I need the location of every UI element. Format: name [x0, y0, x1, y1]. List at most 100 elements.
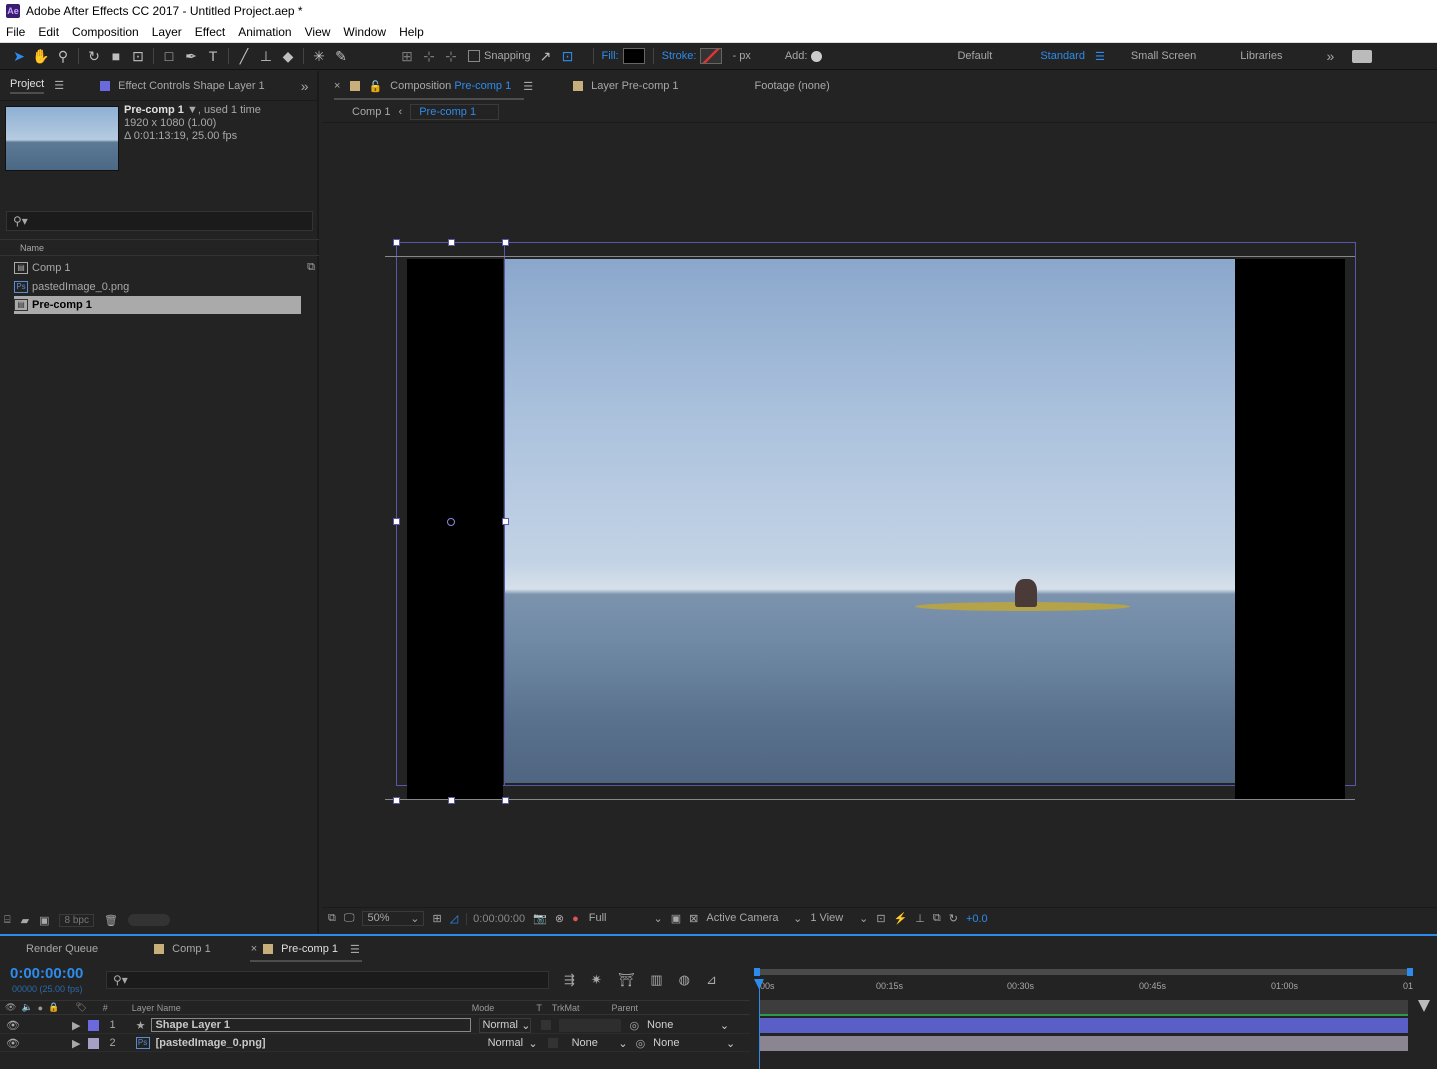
graph-editor-icon[interactable]: ⊿	[706, 972, 717, 988]
text-tool-icon[interactable]: T	[202, 45, 224, 67]
workspace-small-screen[interactable]: Small Screen	[1131, 50, 1196, 62]
workspace-standard[interactable]: Standard	[1040, 50, 1085, 62]
region-of-interest-icon[interactable]: ▣	[671, 912, 681, 925]
menu-edit[interactable]: Edit	[38, 25, 59, 39]
eraser-tool-icon[interactable]: ◆	[277, 45, 299, 67]
anchor-point-icon[interactable]	[447, 518, 455, 526]
expand-triangle-icon[interactable]: ▶	[72, 1019, 80, 1032]
layer-row[interactable]: 👁 ▶ 1 ★ Shape Layer 1 Normal ⌄ ◎ None ⌄	[0, 1017, 750, 1034]
lock-icon[interactable]: 🔓	[368, 80, 382, 93]
column-header-mode[interactable]: Mode	[472, 1003, 495, 1013]
pen-tool-icon[interactable]: ✒	[180, 45, 202, 67]
blend-mode-dropdown[interactable]: Normal ⌄	[486, 1037, 538, 1050]
transform-handle[interactable]	[448, 797, 455, 804]
toggle-pixel-aspect-icon[interactable]: ⊡	[876, 912, 885, 925]
menu-effect[interactable]: Effect	[195, 25, 225, 39]
interpret-footage-icon[interactable]: ⌸	[4, 914, 11, 927]
snap-options-icon[interactable]: ↗	[535, 45, 557, 67]
transform-handle[interactable]	[393, 797, 400, 804]
transparency-grid-icon[interactable]: ⊠	[689, 912, 698, 925]
layer-row[interactable]: 👁 ▶ 2 Ps [pastedImage_0.png] Normal ⌄ No…	[0, 1035, 750, 1052]
pan-behind-tool-icon[interactable]: ⊡	[127, 45, 149, 67]
transform-handle[interactable]	[502, 239, 509, 246]
camera-dropdown[interactable]: Active Camera ⌄	[706, 912, 802, 925]
project-item-selected[interactable]: ▤ Pre-comp 1	[14, 296, 301, 314]
column-header-num[interactable]: #	[103, 1003, 108, 1013]
transform-handle[interactable]	[393, 239, 400, 246]
tab-footage[interactable]: Footage (none)	[755, 80, 830, 92]
comp-flowchart-icon[interactable]: ⧉	[933, 912, 941, 925]
fast-previews-icon[interactable]: ⚡	[894, 912, 908, 925]
tab-comp-1[interactable]: Comp 1	[172, 943, 211, 955]
tab-composition[interactable]: Composition Pre-comp 1	[390, 80, 511, 92]
monitor-icon[interactable]: 🖵	[344, 912, 355, 925]
close-tab-icon[interactable]: ×	[334, 80, 340, 92]
motion-blur-icon[interactable]: ◍	[679, 972, 690, 988]
clone-stamp-tool-icon[interactable]: ⊥	[255, 45, 277, 67]
workspace-overflow-icon[interactable]: »	[1326, 48, 1334, 64]
layer-label-color[interactable]	[88, 1037, 100, 1049]
camera-tool-icon[interactable]: ■	[105, 45, 127, 67]
stroke-width[interactable]: - px	[732, 50, 750, 62]
resolution-dropdown[interactable]: Full ⌄	[587, 912, 663, 925]
audio-toggle-icon[interactable]: 🔈	[21, 1002, 32, 1013]
roto-brush-tool-icon[interactable]: ✳	[308, 45, 330, 67]
project-item[interactable]: Ps pastedImage_0.png	[14, 277, 317, 296]
fill-label[interactable]: Fill:	[602, 50, 619, 62]
local-axis-icon[interactable]: ⊞	[396, 45, 418, 67]
view-axis-icon[interactable]: ⊹	[440, 45, 462, 67]
workspace-libraries[interactable]: Libraries	[1240, 50, 1282, 62]
tab-render-queue[interactable]: Render Queue	[26, 943, 98, 955]
comp-mini-flowchart-icon[interactable]: ⇶	[564, 972, 575, 988]
transform-handle[interactable]	[502, 518, 509, 525]
color-channel-icon[interactable]: ●	[572, 913, 579, 925]
puppet-tool-icon[interactable]: ✎	[330, 45, 352, 67]
snapshot-icon[interactable]: 📷	[533, 912, 547, 925]
panel-menu-icon[interactable]: ☰	[350, 943, 360, 956]
stroke-swatch[interactable]	[700, 48, 723, 64]
item-dropdown-icon[interactable]: ▼	[187, 104, 198, 116]
preserve-transparency-checkbox[interactable]	[541, 1020, 552, 1030]
menu-layer[interactable]: Layer	[152, 25, 182, 39]
frame-blending-icon[interactable]: ▥	[650, 972, 662, 988]
snap-extend-icon[interactable]: ⊡	[557, 45, 579, 67]
zoom-dropdown[interactable]: 50% ⌄	[362, 911, 425, 926]
column-header-parent[interactable]: Parent	[611, 1003, 638, 1013]
parent-dropdown[interactable]: None ⌄	[653, 1037, 735, 1050]
tab-layer[interactable]: Layer Pre-comp 1	[591, 80, 678, 92]
snapping-checkbox[interactable]	[468, 50, 480, 62]
flowchart-icon[interactable]: ⧉	[307, 261, 315, 274]
close-tab-icon[interactable]: ×	[251, 943, 257, 955]
preserve-transparency-checkbox[interactable]	[547, 1038, 558, 1048]
rotate-tool-icon[interactable]: ↻	[83, 45, 105, 67]
new-composition-icon[interactable]: ▣	[39, 914, 49, 927]
eye-icon[interactable]: 👁	[6, 1037, 20, 1050]
tab-effect-controls[interactable]: Effect Controls Shape Layer 1	[118, 80, 265, 92]
stroke-label[interactable]: Stroke:	[662, 50, 697, 62]
new-folder-icon[interactable]: ▰	[21, 914, 29, 927]
menu-view[interactable]: View	[305, 25, 331, 39]
menu-window[interactable]: Window	[343, 25, 386, 39]
tab-pre-comp-1[interactable]: Pre-comp 1	[281, 943, 338, 955]
column-header-layer-name[interactable]: Layer Name	[132, 1003, 181, 1013]
eye-icon[interactable]: 👁	[6, 1019, 20, 1032]
track-matte-dropdown[interactable]	[559, 1018, 622, 1032]
exposure-value[interactable]: +0.0	[966, 913, 988, 925]
current-time-display[interactable]: 0:00:00:00	[466, 912, 525, 925]
solo-toggle-icon[interactable]: ●	[38, 1003, 43, 1013]
toggle-transparency-icon[interactable]: ⊥	[915, 912, 925, 925]
timeline-search-input[interactable]: ⚲▾	[106, 971, 549, 989]
expand-triangle-icon[interactable]: ▶	[72, 1037, 80, 1050]
label-column-icon[interactable]: 🏷	[75, 1002, 86, 1013]
workspace-menu-icon[interactable]: ☰	[1095, 50, 1105, 63]
comp-viewer-canvas[interactable]	[385, 239, 1356, 804]
rectangle-tool-icon[interactable]: □	[158, 45, 180, 67]
layer-name[interactable]: [pastedImage_0.png]	[156, 1037, 478, 1049]
panel-overflow-icon[interactable]: »	[301, 78, 309, 94]
transform-handle[interactable]	[393, 518, 400, 525]
layer-label-color[interactable]	[88, 1019, 100, 1031]
layer-name[interactable]: Shape Layer 1	[151, 1018, 472, 1032]
world-axis-icon[interactable]: ⊹	[418, 45, 440, 67]
menu-help[interactable]: Help	[399, 25, 424, 39]
mask-visibility-icon[interactable]: ◿	[450, 912, 458, 925]
